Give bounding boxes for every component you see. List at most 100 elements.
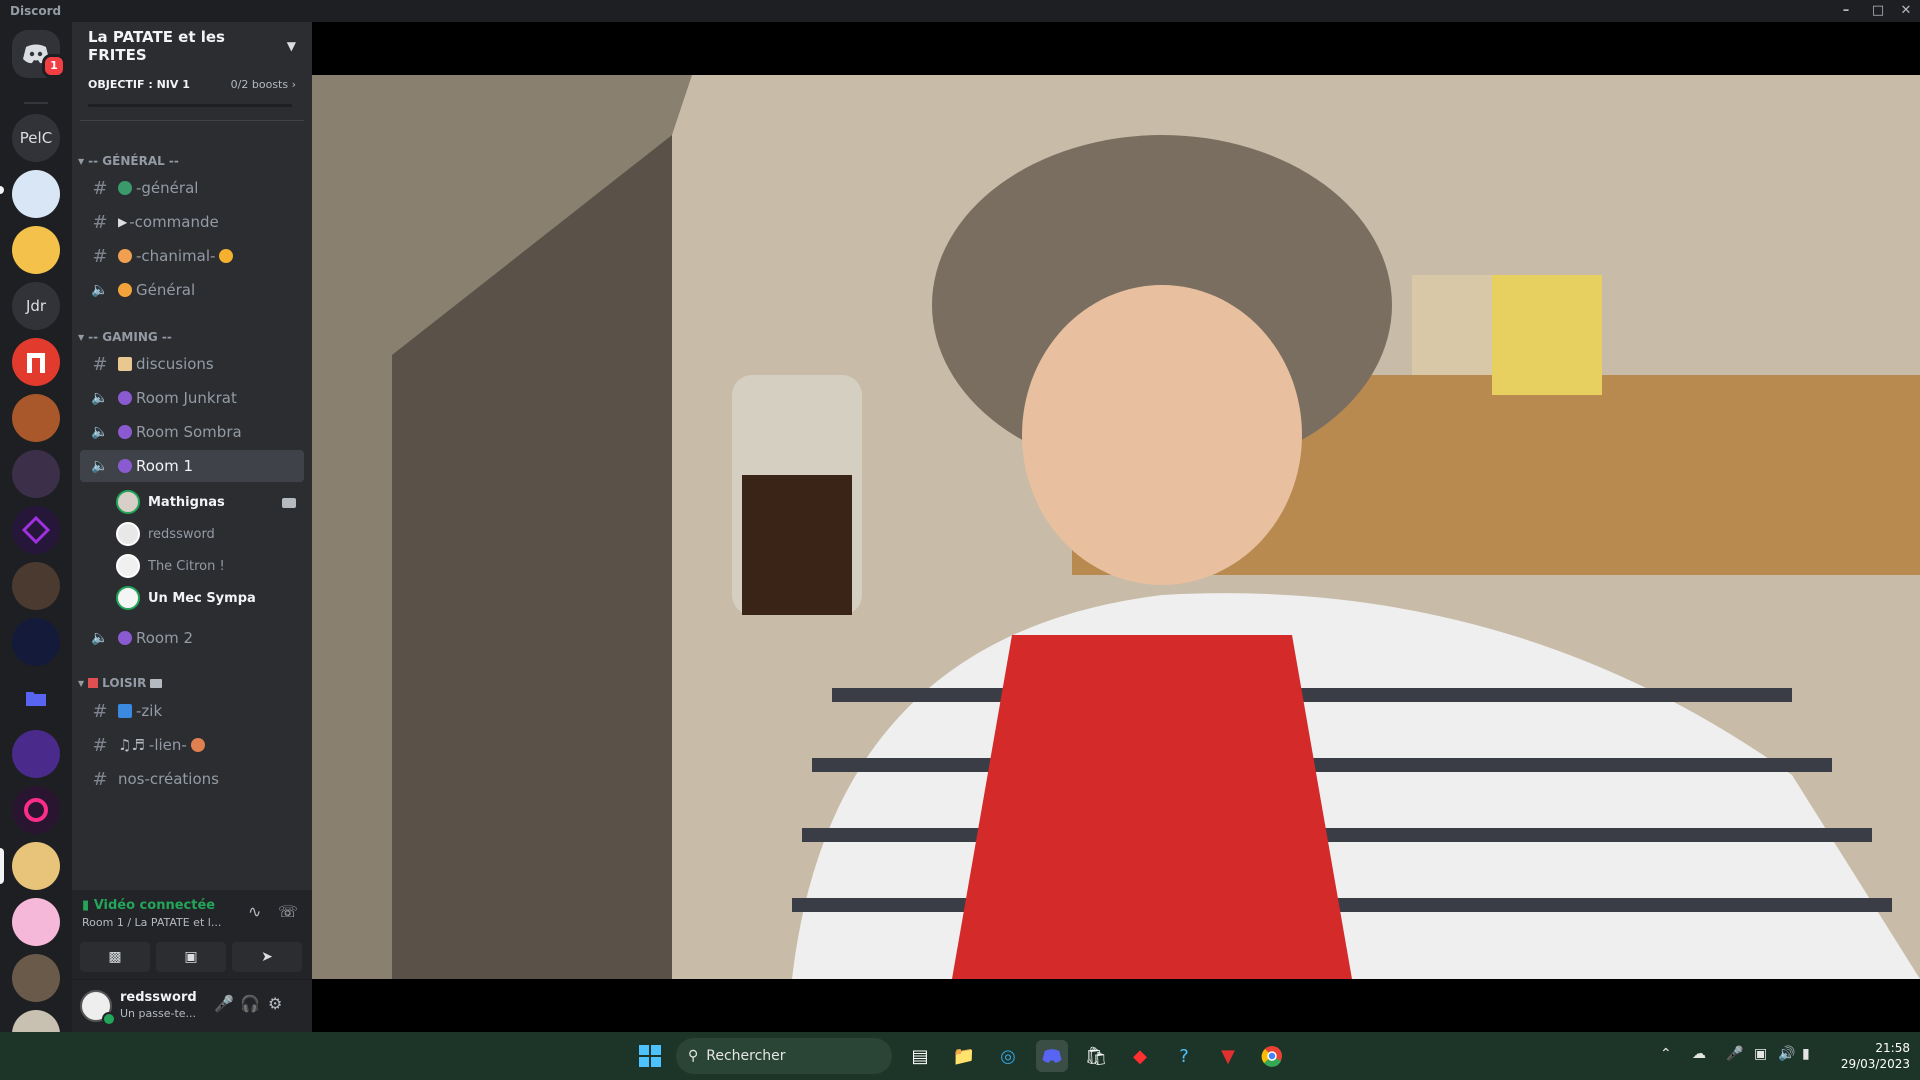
server-icon-red-logo[interactable] — [12, 338, 60, 386]
server-icon-diamond[interactable] — [12, 506, 60, 554]
screen-share-button[interactable]: ▣ — [156, 942, 226, 972]
noise-suppression-icon[interactable]: ∿ — [248, 902, 261, 921]
divider — [80, 120, 304, 121]
search-input[interactable]: ⚲ Rechercher — [676, 1038, 892, 1074]
channel-general-voice[interactable]: 🔈 Général — [80, 274, 304, 306]
file-explorer-icon[interactable]: 📁 — [948, 1040, 980, 1072]
voice-status[interactable]: ▮ Vidéo connectée — [82, 898, 215, 913]
channel-lien[interactable]: # ♫♬ -lien- — [80, 729, 304, 761]
boost-count: 0/2 boosts › — [230, 78, 296, 91]
voice-user[interactable]: Mathignas — [116, 487, 225, 517]
speaker-icon: 🔈 — [91, 424, 109, 440]
channel-general[interactable]: # -général — [80, 172, 304, 204]
mcafee-icon[interactable]: ▼ — [1212, 1040, 1244, 1072]
server-icon-anime[interactable] — [12, 450, 60, 498]
voice-connection-panel: ▮ Vidéo connectée Room 1 / La PATATE et … — [72, 890, 312, 980]
server-icon-orange[interactable] — [12, 394, 60, 442]
book-emoji — [150, 678, 163, 688]
time: 21:58 — [1875, 1041, 1910, 1055]
cat-emoji — [219, 249, 234, 263]
user-status: Un passe-te... — [120, 1007, 197, 1020]
server-icon-pikachu[interactable] — [12, 226, 60, 274]
server-icon-pink[interactable] — [12, 898, 60, 946]
server-icon-galaxy[interactable] — [12, 618, 60, 666]
red-app-icon[interactable]: ◆ — [1124, 1040, 1156, 1072]
server-header[interactable]: La PATATE et les FRITES ▼ — [72, 22, 312, 70]
channel-chanimal[interactable]: # -chanimal- — [80, 240, 304, 272]
channel-room-1[interactable]: 🔈 Room 1 — [80, 450, 304, 482]
microphone-icon[interactable]: 🎤 — [214, 994, 234, 1013]
chevron-down-icon[interactable]: ▼ — [287, 39, 296, 53]
clock[interactable]: 21:58 29/03/2023 — [1830, 1040, 1910, 1072]
voice-user[interactable]: redssword — [116, 519, 215, 549]
server-icon-fox[interactable] — [12, 170, 60, 218]
cloud-icon[interactable]: ☁ — [1692, 1046, 1706, 1062]
date: 29/03/2023 — [1840, 1057, 1910, 1071]
network-icon[interactable]: ▣ — [1754, 1046, 1767, 1062]
discord-taskbar-icon[interactable] — [1036, 1040, 1068, 1072]
server-icon-doge[interactable] — [12, 842, 60, 890]
channel-zik[interactable]: # -zik — [80, 695, 304, 727]
chrome-icon[interactable] — [1256, 1040, 1288, 1072]
voice-user[interactable]: Un Mec Sympa — [116, 583, 256, 613]
category-general[interactable]: ▼ -- GÉNÉRAL -- — [78, 154, 179, 168]
hash-icon: # — [92, 177, 108, 199]
hash-icon: # — [92, 211, 108, 233]
help-icon[interactable]: ? — [1168, 1040, 1200, 1072]
active-server-pill — [0, 848, 4, 884]
battery-icon[interactable]: ▮ — [1802, 1046, 1810, 1062]
boost-goal[interactable]: OBJECTIF : NIV 1 0/2 boosts › — [88, 78, 296, 107]
chevron-down-icon: ▼ — [78, 156, 85, 166]
chevron-up-icon[interactable]: ⌃ — [1660, 1046, 1672, 1062]
music-emoji — [118, 704, 132, 718]
server-icon-purple[interactable] — [12, 730, 60, 778]
invader-emoji — [118, 631, 132, 645]
home-badge: 1 — [42, 54, 66, 78]
disconnect-icon[interactable]: ☏ — [278, 902, 298, 921]
windows-start-icon[interactable] — [634, 1040, 666, 1072]
scroll-emoji — [118, 357, 132, 371]
activity-button[interactable]: ➤ — [232, 942, 302, 972]
animal-emoji — [118, 249, 132, 263]
video-feed[interactable] — [312, 75, 1920, 979]
voice-user[interactable]: The Citron ! — [116, 551, 225, 581]
play-icon: ▶ — [118, 215, 128, 229]
channel-room-2[interactable]: 🔈 Room 2 — [80, 622, 304, 654]
minimize-icon[interactable]: – — [1832, 0, 1860, 22]
category-loisir[interactable]: ▼ LOISIR — [78, 676, 163, 690]
channel-room-junkrat[interactable]: 🔈 Room Junkrat — [80, 382, 304, 414]
avatar — [116, 554, 140, 578]
task-view-icon[interactable]: ▤ — [904, 1040, 936, 1072]
unread-pill — [0, 186, 4, 194]
headphones-icon[interactable]: 🎧 — [240, 994, 260, 1013]
channel-nos-creations[interactable]: # nos-créations — [80, 763, 304, 795]
hash-icon: # — [92, 768, 108, 790]
username[interactable]: redssword — [120, 990, 197, 1005]
server-icon-neon[interactable] — [12, 786, 60, 834]
server-pelc[interactable]: PelC — [12, 114, 60, 162]
server-icon-brown[interactable] — [12, 954, 60, 1002]
server-jdr[interactable]: Jdr — [12, 282, 60, 330]
microphone-icon[interactable]: 🎤 — [1726, 1046, 1743, 1062]
voice-location: Room 1 / La PATATE et l... — [82, 916, 222, 929]
avatar — [116, 490, 140, 514]
volume-icon[interactable]: 🔊 — [1778, 1046, 1795, 1062]
invader-emoji — [118, 425, 132, 439]
category-gaming[interactable]: ▼ -- GAMING -- — [78, 330, 172, 344]
hash-icon: # — [92, 245, 108, 267]
channel-discusions[interactable]: # discusions — [80, 348, 304, 380]
edge-icon[interactable]: ◎ — [992, 1040, 1024, 1072]
camera-button[interactable]: ▩ — [80, 942, 150, 972]
maximize-icon[interactable]: □ — [1864, 0, 1892, 22]
gear-icon[interactable]: ⚙ — [268, 994, 282, 1013]
store-icon[interactable]: 🛍 — [1080, 1040, 1112, 1072]
camera-icon: ▩ — [108, 949, 122, 965]
taskbar: ⚲ Rechercher ▤ 📁 ◎ 🛍 ◆ ? ▼ ⌃ ☁ 🎤 ▣ 🔊 ▮ 2… — [0, 1032, 1920, 1080]
online-status-icon — [102, 1012, 116, 1026]
channel-room-sombra[interactable]: 🔈 Room Sombra — [80, 416, 304, 448]
folder-icon[interactable] — [12, 674, 60, 722]
channel-commande[interactable]: # ▶ -commande — [80, 206, 304, 238]
close-icon[interactable]: ✕ — [1892, 0, 1920, 22]
speaker-icon: 🔈 — [91, 390, 109, 406]
server-icon-face[interactable] — [12, 562, 60, 610]
